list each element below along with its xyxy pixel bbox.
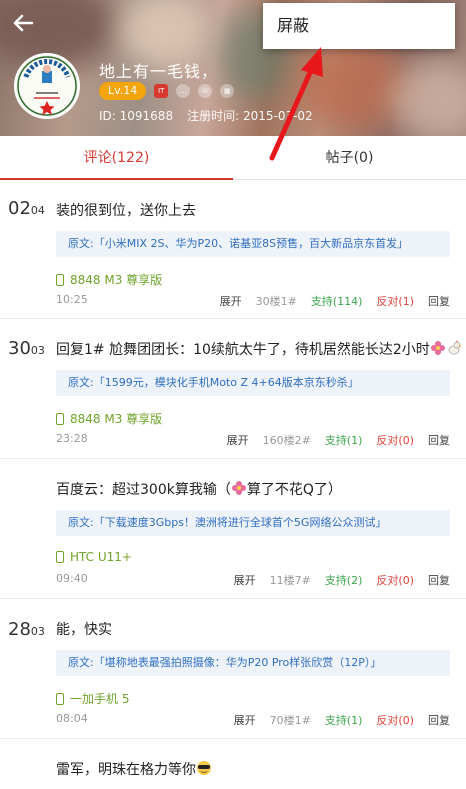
expand-button[interactable]: 展开 bbox=[234, 572, 256, 588]
oppose-button[interactable]: 反对(0) bbox=[376, 712, 414, 728]
flower-emoji-icon bbox=[231, 480, 247, 500]
list-item[interactable]: 2803 能，快实 原文:「堪称地表最强拍照摄像：华为P20 Pro样张欣赏（1… bbox=[0, 599, 466, 739]
user-id: ID: 1091688 bbox=[99, 109, 174, 123]
phone-icon bbox=[56, 412, 64, 425]
device-label: 8848 M3 尊享版 bbox=[56, 410, 162, 427]
device-label: 一加手机 5 bbox=[56, 690, 129, 707]
comment-actions: 展开 160楼2# 支持(1) 反对(0) 回复 bbox=[213, 432, 450, 448]
phone-icon bbox=[56, 551, 64, 563]
comment-time: 08:04 bbox=[56, 712, 88, 725]
device-label: HTC U11+ bbox=[56, 550, 132, 564]
comment-time: 23:28 bbox=[56, 432, 88, 445]
tab-comments[interactable]: 评论(122) bbox=[0, 136, 233, 180]
badge-row: Lv.14 IT … ☏ ▦ bbox=[99, 82, 235, 100]
comment-date: 2803 bbox=[8, 619, 45, 640]
phone-badge-icon: ☏ bbox=[198, 84, 213, 98]
original-post-link[interactable]: 原文:「1599元，模块化手机Moto Z 4+64版本京东秒杀」 bbox=[56, 370, 450, 396]
list-item[interactable]: 雷军，明珠在格力等你 bbox=[0, 739, 466, 789]
phone-icon bbox=[56, 273, 64, 286]
support-button[interactable]: 支持(114) bbox=[311, 293, 363, 309]
device-label: 8848 M3 尊享版 bbox=[56, 271, 162, 288]
list-item[interactable]: 百度云：超过300k算我输（ 算了不花Q了） 原文:「下载速度3Gbps！澳洲将进… bbox=[0, 459, 466, 599]
reply-button[interactable]: 回复 bbox=[428, 712, 450, 728]
reply-button[interactable]: 回复 bbox=[428, 293, 450, 309]
floor-label: 160楼2# bbox=[262, 434, 311, 447]
expand-button[interactable]: 展开 bbox=[227, 432, 249, 448]
comment-time: 10:25 bbox=[56, 293, 88, 306]
list-item[interactable]: 3003 回复1# 尬舞团团长：10续航太牛了，待机居然能长达2小时 原文:「1… bbox=[0, 319, 466, 459]
support-button[interactable]: 支持(1) bbox=[325, 432, 363, 448]
comment-text: 雷军，明珠在格力等你 bbox=[56, 759, 454, 780]
reply-button[interactable]: 回复 bbox=[428, 432, 450, 448]
tab-posts[interactable]: 帖子(0) bbox=[233, 136, 466, 179]
it-badge-icon: IT bbox=[154, 84, 169, 98]
comment-text: 能，快实 bbox=[56, 622, 112, 638]
chicken-emoji-icon bbox=[446, 340, 462, 360]
comment-list: 0204 装的很到位，送你上去 原文:「小米MIX 2S、华为P20、诺基亚8S… bbox=[0, 180, 466, 789]
comment-text: 百度云：超过300k算我输（ 算了不花Q了） bbox=[56, 480, 342, 500]
profile-meta: ID: 1091688 注册时间: 2015-03-02 bbox=[99, 107, 313, 124]
original-post-link[interactable]: 原文:「下载速度3Gbps！澳洲将进行全球首个5G网络公众测试」 bbox=[56, 510, 450, 536]
expand-button[interactable]: 展开 bbox=[234, 712, 256, 728]
comment-time: 09:40 bbox=[56, 572, 88, 585]
chat-badge-icon: … bbox=[176, 84, 191, 98]
back-arrow-icon[interactable] bbox=[8, 8, 38, 38]
avatar-emblem-icon bbox=[17, 56, 77, 116]
comment-date: 3003 bbox=[8, 338, 45, 359]
comment-actions: 展开 70楼1# 支持(1) 反对(0) 回复 bbox=[220, 712, 450, 728]
level-badge: Lv.14 bbox=[99, 82, 147, 100]
floor-label: 30楼1# bbox=[255, 295, 297, 308]
support-button[interactable]: 支持(1) bbox=[325, 712, 363, 728]
comment-actions: 展开 30楼1# 支持(114) 反对(1) 回复 bbox=[206, 293, 450, 309]
list-item[interactable]: 0204 装的很到位，送你上去 原文:「小米MIX 2S、华为P20、诺基亚8S… bbox=[0, 180, 466, 319]
username: 地上有一毛钱， bbox=[99, 62, 219, 81]
flower-emoji-icon bbox=[430, 340, 446, 360]
comment-text: 回复1# 尬舞团团长：10续航太牛了，待机居然能长达2小时 bbox=[56, 339, 466, 360]
support-button[interactable]: 支持(2) bbox=[325, 572, 363, 588]
oppose-button[interactable]: 反对(0) bbox=[376, 432, 414, 448]
block-menu-item[interactable]: 屏蔽 bbox=[263, 3, 455, 49]
comment-text: 装的很到位，送你上去 bbox=[56, 203, 196, 219]
avatar[interactable] bbox=[14, 53, 80, 119]
phone-icon bbox=[56, 692, 64, 705]
oppose-button[interactable]: 反对(1) bbox=[376, 293, 414, 309]
comment-actions: 展开 11楼7# 支持(2) 反对(0) 回复 bbox=[220, 572, 450, 588]
expand-button[interactable]: 展开 bbox=[220, 293, 242, 309]
reply-button[interactable]: 回复 bbox=[428, 572, 450, 588]
comment-date: 0204 bbox=[8, 198, 45, 219]
windows-badge-icon: ▦ bbox=[220, 84, 235, 98]
original-post-link[interactable]: 原文:「小米MIX 2S、华为P20、诺基亚8S预售，百大新品京东首发」 bbox=[56, 231, 450, 257]
floor-label: 11楼7# bbox=[269, 574, 311, 587]
sunglasses-emoji-icon bbox=[196, 760, 212, 780]
tab-bar: 评论(122) 帖子(0) bbox=[0, 136, 466, 180]
register-date: 注册时间: 2015-03-02 bbox=[187, 109, 313, 123]
original-post-link[interactable]: 原文:「堪称地表最强拍照摄像：华为P20 Pro样张欣赏（12P）」 bbox=[56, 650, 450, 676]
oppose-button[interactable]: 反对(0) bbox=[376, 572, 414, 588]
floor-label: 70楼1# bbox=[269, 714, 311, 727]
